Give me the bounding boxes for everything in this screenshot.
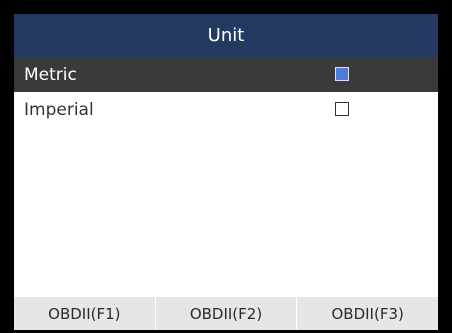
option-label-imperial: Imperial [24, 99, 94, 120]
f3-button[interactable]: OBDII(F3) [296, 297, 439, 330]
option-imperial[interactable]: Imperial [14, 92, 438, 127]
page-title: Unit [207, 25, 245, 46]
unit-screen: Unit Metric Imperial OBDII(F1) OBDII(F2)… [0, 0, 452, 333]
function-key-bar: OBDII(F1) OBDII(F2) OBDII(F3) [14, 297, 439, 330]
metric-checkbox[interactable] [335, 67, 349, 81]
f2-button[interactable]: OBDII(F2) [154, 297, 297, 330]
header-bar: Unit [14, 14, 438, 57]
imperial-checkbox[interactable] [335, 102, 349, 116]
option-metric[interactable]: Metric [14, 57, 438, 92]
f1-button[interactable]: OBDII(F1) [14, 297, 155, 330]
option-label-metric: Metric [24, 64, 77, 85]
